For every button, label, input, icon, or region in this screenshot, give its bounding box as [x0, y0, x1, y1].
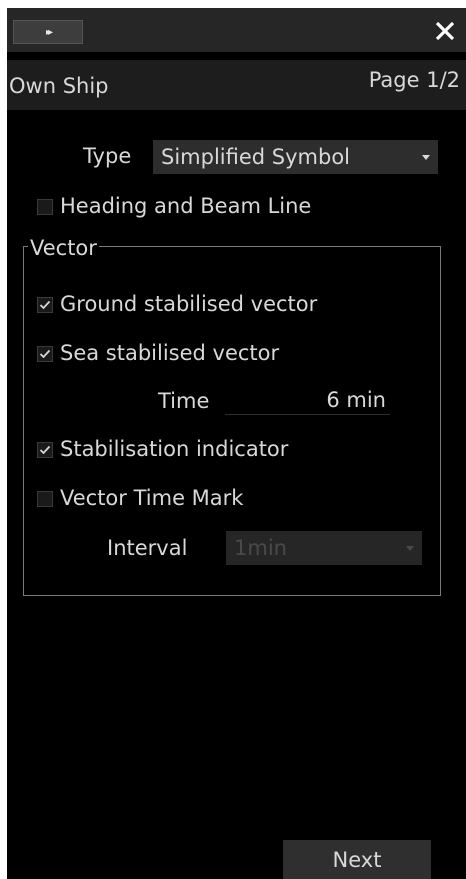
chevron-down-icon [406, 546, 414, 551]
page-title: Own Ship [9, 74, 109, 98]
heading-beam-line-label: Heading and Beam Line [60, 194, 312, 218]
page-indicator: Page 1/2 [368, 68, 460, 92]
sea-stabilised-vector-checkbox[interactable] [37, 346, 53, 362]
close-button[interactable] [430, 16, 460, 46]
next-button-label: Next [332, 847, 382, 872]
checkmark-icon [39, 445, 51, 455]
ground-stabilised-vector-label: Ground stabilised vector [60, 292, 318, 316]
type-dropdown[interactable]: Simplified Symbol [153, 140, 438, 174]
close-icon [435, 21, 455, 41]
fast-forward-icon: ▸▸ [45, 26, 53, 38]
vector-time-mark-label: Vector Time Mark [60, 486, 244, 510]
interval-dropdown[interactable]: 1min [226, 531, 422, 565]
chevron-down-icon [422, 155, 430, 160]
checkmark-icon [39, 300, 51, 310]
type-dropdown-value: Simplified Symbol [161, 145, 350, 169]
stabilisation-indicator-label: Stabilisation indicator [60, 437, 289, 461]
interval-dropdown-value: 1min [234, 536, 287, 560]
own-ship-panel: ▸▸ Own Ship Page 1/2 Type Simplified Sym… [7, 8, 466, 879]
checkmark-icon [39, 349, 51, 359]
heading-beam-line-checkbox[interactable] [37, 199, 53, 215]
type-label: Type [83, 144, 132, 168]
interval-label: Interval [107, 536, 188, 560]
fast-forward-button[interactable]: ▸▸ [13, 20, 83, 44]
next-button[interactable]: Next [283, 840, 431, 879]
stabilisation-indicator-checkbox[interactable] [37, 442, 53, 458]
title-bar: ▸▸ [7, 8, 466, 52]
time-label: Time [158, 389, 210, 413]
vector-time-mark-checkbox[interactable] [37, 491, 53, 507]
time-input[interactable]: 6 min [225, 385, 390, 415]
time-value: 6 min [326, 387, 386, 412]
sea-stabilised-vector-label: Sea stabilised vector [60, 341, 280, 365]
ground-stabilised-vector-checkbox[interactable] [37, 297, 53, 313]
panel-header: Own Ship Page 1/2 [7, 60, 466, 110]
vector-group-legend: Vector [28, 236, 99, 260]
